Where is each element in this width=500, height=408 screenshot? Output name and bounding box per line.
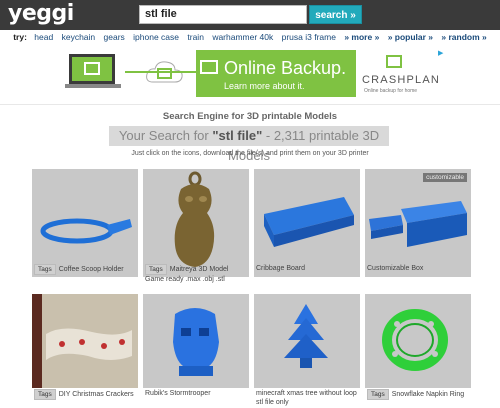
try-link[interactable]: head [34, 32, 53, 42]
try-suggestions: try: head keychain gears iphone case tra… [0, 32, 500, 46]
ad-brand-tagline: Online backup for home [364, 88, 418, 94]
search-input[interactable]: stl file [139, 5, 307, 24]
ad-headline: Online Backup. [224, 58, 347, 78]
model-thumbnail[interactable] [32, 294, 138, 388]
try-link[interactable]: keychain [62, 32, 96, 42]
top-bar: yeggi stl file search » [0, 0, 500, 30]
model-thumbnail[interactable] [143, 169, 249, 277]
model-caption: Rubik's Stormtrooper [145, 390, 211, 397]
model-caption: Tags DIY Christmas Crackers [34, 389, 138, 400]
search-button[interactable]: search » [309, 5, 362, 24]
model-caption: minecraft xmas tree without loop stl fil… [256, 390, 357, 406]
model-caption: Tags Snowflake Napkin Ring [367, 389, 471, 400]
laptop-icon [65, 54, 121, 88]
model-caption: Customizable Box [367, 265, 424, 272]
instructions-text: Just click on the icons, download the fi… [131, 150, 369, 157]
try-link[interactable]: prusa i3 frame [282, 32, 336, 42]
crashplan-logo: CRASHPLAN Online backup for home [360, 50, 440, 97]
yeggi-logo[interactable]: yeggi [8, 1, 74, 26]
model-thumbnail[interactable] [254, 169, 360, 277]
model-caption: Tags Maitreya 3D Model Game ready .max .o… [145, 264, 229, 283]
customizable-badge: customizable [423, 173, 467, 182]
adchoices-icon[interactable]: ▶ [438, 49, 445, 57]
results-summary: Your Search for "stl file" - 2,311 print… [109, 126, 389, 163]
model-caption: Cribbage Board [256, 265, 306, 272]
ad-headline-panel[interactable]: Online Backup. Learn more about it. [196, 50, 356, 97]
ad-cta: Learn more about it. [224, 81, 305, 91]
christmas-crackers-photo [32, 294, 138, 388]
random-link[interactable]: » random » [441, 32, 486, 42]
try-label: try: [13, 32, 27, 42]
try-link[interactable]: gears [104, 32, 125, 42]
popular-link[interactable]: » popular » [388, 32, 433, 42]
more-link[interactable]: » more » [344, 32, 379, 42]
xmas-tree-model [284, 304, 328, 368]
model-thumbnail[interactable]: customizable [365, 169, 471, 277]
ad-brand: CRASHPLAN [362, 74, 441, 86]
folder-icon [386, 55, 402, 68]
scoop-holder-model [40, 218, 132, 244]
model-thumbnail[interactable] [143, 294, 249, 388]
connector-line [125, 71, 200, 73]
try-link[interactable]: warhammer 40k [212, 32, 273, 42]
snowflake-napkin-ring-model [382, 309, 448, 371]
page-title: Search Engine for 3D printable Models [162, 111, 338, 122]
model-thumbnail[interactable] [32, 169, 138, 277]
ad-banner[interactable]: Online Backup. Learn more about it. CRAS… [65, 48, 444, 99]
folder-icon [200, 60, 218, 74]
model-caption: Tags Coffee Scoop Holder [34, 264, 138, 275]
model-thumbnail[interactable] [365, 294, 471, 388]
customizable-box-model [369, 201, 467, 247]
divider [0, 104, 500, 105]
try-link[interactable]: train [187, 32, 204, 42]
stormtrooper-model [173, 308, 219, 376]
maitreya-model [174, 171, 215, 267]
cribbage-board-model [264, 197, 354, 247]
try-link[interactable]: iphone case [133, 32, 179, 42]
model-thumbnail[interactable] [254, 294, 360, 388]
